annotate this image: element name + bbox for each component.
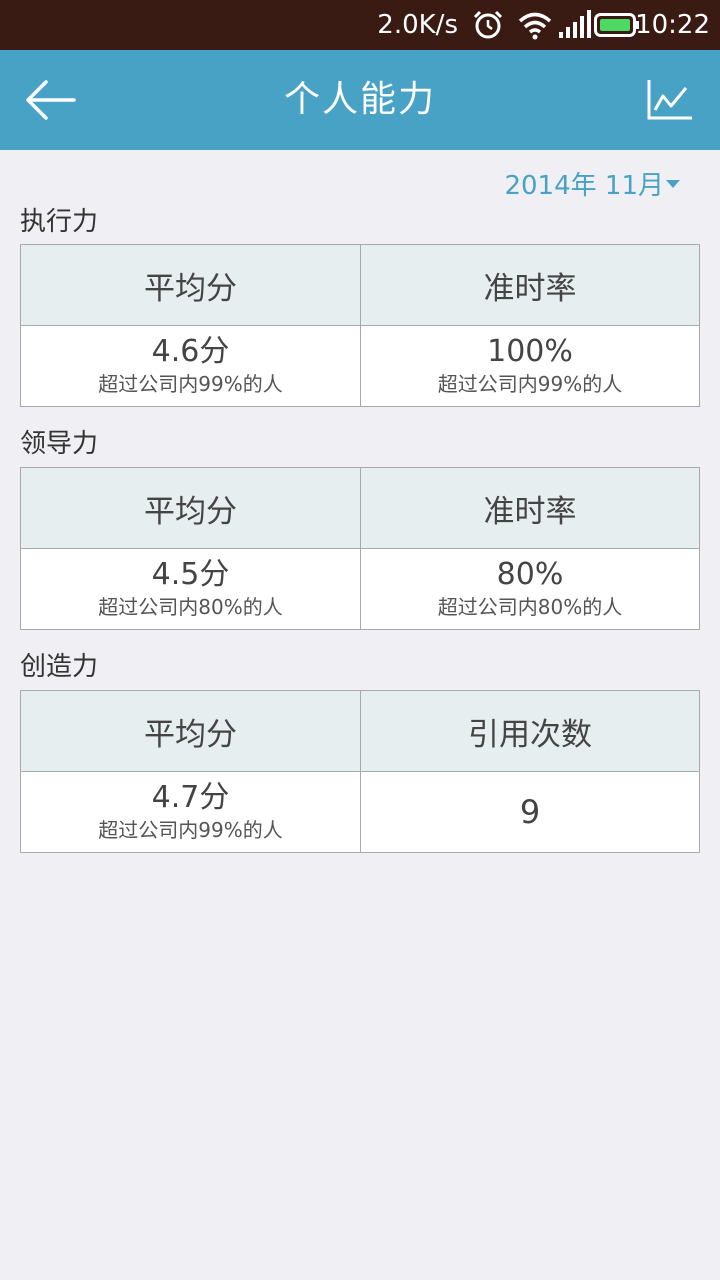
metric-value: 80% xyxy=(496,557,564,592)
signal-icon xyxy=(559,10,591,38)
table-header-row: 平均分 准时率 xyxy=(21,468,699,549)
table-header-row: 平均分 引用次数 xyxy=(21,691,699,772)
metric-note: 超过公司内99%的人 xyxy=(437,372,623,396)
section-title: 创造力 xyxy=(20,652,99,682)
metric-value: 4.6分 xyxy=(151,334,230,369)
table-header-row: 平均分 准时率 xyxy=(21,245,699,326)
metric-note: 超过公司内80%的人 xyxy=(437,595,623,619)
column-header: 平均分 xyxy=(144,716,237,753)
app-bar: 个人能力 xyxy=(0,50,720,150)
metric-table: 平均分 引用次数 4.7分 超过公司内99%的人 9 xyxy=(20,690,700,853)
metric-value: 4.7分 xyxy=(151,780,230,815)
metric-table: 平均分 准时率 4.5分 超过公司内80%的人 80% 超过公司内80%的人 xyxy=(20,467,700,630)
table-row: 4.6分 超过公司内99%的人 100% 超过公司内99%的人 xyxy=(21,326,699,406)
column-header: 平均分 xyxy=(144,493,237,530)
caret-down-icon xyxy=(666,179,680,188)
table-cell: 4.7分 超过公司内99%的人 xyxy=(21,772,360,852)
metric-note: 超过公司内80%的人 xyxy=(98,595,283,619)
column-header: 引用次数 xyxy=(360,691,699,771)
page-title: 个人能力 xyxy=(283,79,436,120)
table-cell: 4.5分 超过公司内80%的人 xyxy=(21,549,360,629)
battery-icon xyxy=(594,13,639,37)
column-header: 准时率 xyxy=(360,468,699,548)
metric-note: 超过公司内99%的人 xyxy=(98,818,283,842)
wifi-icon xyxy=(518,12,552,40)
metric-value: 100% xyxy=(487,334,573,369)
metric-value: 4.5分 xyxy=(151,557,230,592)
table-cell: 9 xyxy=(360,772,699,852)
table-cell: 100% 超过公司内99%的人 xyxy=(360,326,699,406)
section-title: 领导力 xyxy=(20,429,99,459)
table-row: 4.5分 超过公司内80%的人 80% 超过公司内80%的人 xyxy=(21,549,699,629)
month-selector[interactable]: 2014年 11月 xyxy=(504,166,680,206)
table-cell: 80% 超过公司内80%的人 xyxy=(360,549,699,629)
clock: 10:22 xyxy=(635,10,710,40)
column-header: 准时率 xyxy=(360,245,699,325)
table-cell: 4.6分 超过公司内99%的人 xyxy=(21,326,360,406)
column-header: 平均分 xyxy=(144,270,237,307)
line-chart-icon[interactable] xyxy=(646,78,694,122)
metric-value: 9 xyxy=(519,793,541,831)
network-speed: 2.0K/s xyxy=(377,10,458,40)
alarm-icon xyxy=(473,10,503,39)
metric-note: 超过公司内99%的人 xyxy=(98,372,283,396)
metric-table: 平均分 准时率 4.6分 超过公司内99%的人 100% 超过公司内99%的人 xyxy=(20,244,700,407)
table-row: 4.7分 超过公司内99%的人 9 xyxy=(21,772,699,852)
month-label: 2014年 11月 xyxy=(504,171,664,201)
status-bar: 2.0K/s 10:22 xyxy=(0,0,720,50)
section-title: 执行力 xyxy=(20,207,99,237)
